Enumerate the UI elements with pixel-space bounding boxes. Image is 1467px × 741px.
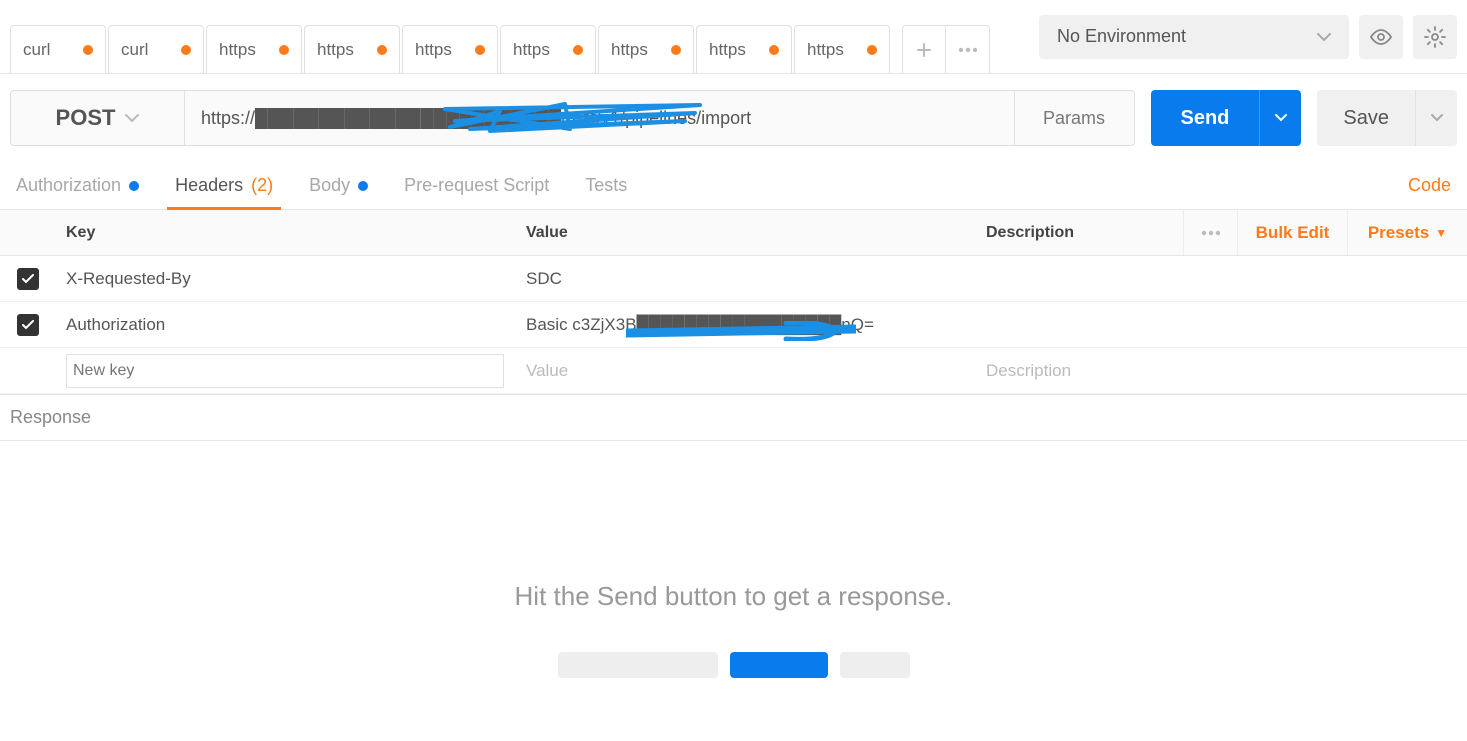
- enable-checkbox[interactable]: [17, 268, 39, 290]
- params-button[interactable]: Params: [1014, 91, 1134, 145]
- tab-bar: curl curl https https https https https …: [10, 0, 892, 73]
- checkmark-icon: [22, 274, 34, 284]
- response-header: Response: [0, 395, 1467, 441]
- unsaved-dot: [769, 45, 779, 55]
- header-row: X-Requested-By SDC: [0, 256, 1467, 302]
- headers-options-button[interactable]: [1183, 210, 1237, 255]
- caret-down-icon: ▼: [1435, 226, 1447, 240]
- response-placeholder-graphic: [558, 652, 910, 678]
- header-row: Authorization Basic c3ZjX3B█████████████…: [0, 302, 1467, 348]
- chevron-down-icon: [1275, 114, 1287, 122]
- indicator-dot: [129, 181, 139, 191]
- top-bar: curl curl https https https https https …: [0, 0, 1467, 74]
- column-key: Key: [56, 224, 516, 242]
- save-button[interactable]: Save: [1317, 90, 1415, 146]
- unsaved-dot: [83, 45, 93, 55]
- eye-icon: [1369, 29, 1393, 45]
- ellipsis-icon: [1201, 230, 1221, 236]
- new-value-input[interactable]: Value: [516, 361, 976, 381]
- unsaved-dot: [377, 45, 387, 55]
- header-key-cell[interactable]: Authorization: [56, 315, 516, 335]
- headers-table: Key Value Description Bulk Edit Presets …: [0, 210, 1467, 395]
- header-value-cell[interactable]: Basic c3ZjX3B█████████████████nQ=: [516, 315, 976, 335]
- request-row: POST Params Send Save: [0, 74, 1467, 162]
- tab-body[interactable]: Body: [309, 162, 368, 209]
- method-select[interactable]: POST: [11, 91, 185, 145]
- enable-checkbox[interactable]: [17, 314, 39, 336]
- send-dropdown-button[interactable]: [1259, 90, 1301, 146]
- request-subtabs: Authorization Headers (2) Body Pre-reque…: [0, 162, 1467, 210]
- environment-label: No Environment: [1057, 26, 1186, 47]
- unsaved-dot: [671, 45, 681, 55]
- header-new-row: Value Description: [0, 348, 1467, 394]
- response-body: Hit the Send button to get a response.: [0, 441, 1467, 678]
- headers-count: (2): [251, 175, 273, 196]
- request-tab[interactable]: https: [206, 25, 302, 73]
- save-button-group: Save: [1317, 90, 1457, 146]
- redaction-scribble: [626, 321, 856, 341]
- column-value: Value: [516, 224, 976, 242]
- request-tab[interactable]: curl: [108, 25, 204, 73]
- send-button[interactable]: Send: [1151, 90, 1260, 146]
- bulk-edit-button[interactable]: Bulk Edit: [1237, 210, 1347, 255]
- code-link[interactable]: Code: [1408, 175, 1451, 196]
- unsaved-dot: [573, 45, 583, 55]
- request-tab[interactable]: https: [598, 25, 694, 73]
- chevron-down-icon: [1317, 32, 1331, 42]
- new-key-input[interactable]: [66, 354, 504, 388]
- indicator-dot: [358, 181, 368, 191]
- tab-actions: [902, 0, 990, 73]
- environment-select[interactable]: No Environment: [1039, 15, 1349, 59]
- unsaved-dot: [475, 45, 485, 55]
- tab-authorization[interactable]: Authorization: [16, 162, 139, 209]
- new-description-input[interactable]: Description: [976, 361, 1183, 381]
- settings-button[interactable]: [1413, 15, 1457, 59]
- request-tab[interactable]: https: [304, 25, 400, 73]
- method-label: POST: [56, 105, 116, 131]
- ellipsis-icon: [958, 47, 978, 53]
- plus-icon: [917, 43, 931, 57]
- request-tab[interactable]: curl: [10, 25, 106, 73]
- unsaved-dot: [867, 45, 877, 55]
- tab-overflow-button[interactable]: [946, 25, 990, 73]
- checkmark-icon: [22, 320, 34, 330]
- request-tab[interactable]: https: [402, 25, 498, 73]
- tab-tests[interactable]: Tests: [585, 162, 627, 209]
- unsaved-dot: [181, 45, 191, 55]
- tab-pre-request-script[interactable]: Pre-request Script: [404, 162, 549, 209]
- column-description: Description: [976, 224, 1183, 242]
- response-empty-message: Hit the Send button to get a response.: [515, 581, 953, 612]
- redaction-scribble: [440, 99, 710, 133]
- request-input-group: POST Params: [10, 90, 1135, 146]
- preview-environment-button[interactable]: [1359, 15, 1403, 59]
- headers-table-head: Key Value Description Bulk Edit Presets …: [0, 210, 1467, 256]
- new-tab-button[interactable]: [902, 25, 946, 73]
- tab-headers[interactable]: Headers (2): [175, 162, 273, 209]
- header-key-cell[interactable]: X-Requested-By: [56, 269, 516, 289]
- unsaved-dot: [279, 45, 289, 55]
- presets-button[interactable]: Presets ▼: [1347, 210, 1467, 255]
- gear-icon: [1424, 26, 1446, 48]
- chevron-down-icon: [1431, 114, 1443, 122]
- header-value-cell[interactable]: SDC: [516, 269, 976, 289]
- save-dropdown-button[interactable]: [1415, 90, 1457, 146]
- request-tab[interactable]: https: [500, 25, 596, 73]
- chevron-down-icon: [125, 113, 139, 123]
- request-tab[interactable]: https: [696, 25, 792, 73]
- send-button-group: Send: [1151, 90, 1302, 146]
- request-tab[interactable]: https: [794, 25, 890, 73]
